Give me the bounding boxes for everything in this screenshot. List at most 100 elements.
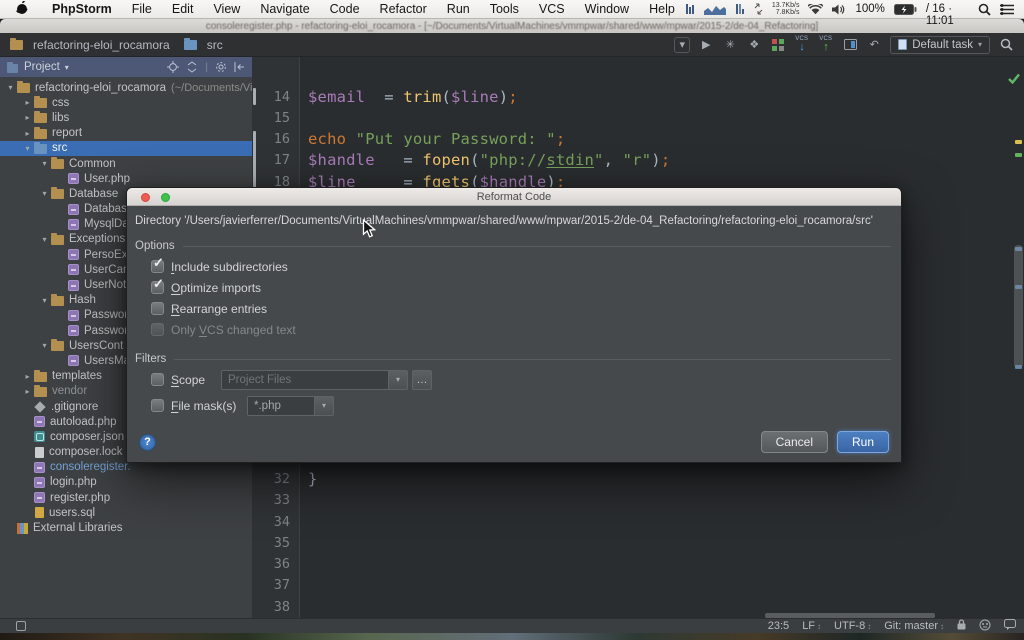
menu-navigate[interactable]: Navigate (250, 2, 319, 16)
code-line-34[interactable]: 34 (252, 511, 1024, 532)
collapsed-arrow-icon[interactable]: ▸ (21, 113, 34, 122)
menu-run[interactable]: Run (437, 2, 480, 16)
file-mask-checkbox[interactable] (151, 399, 164, 412)
menu-view[interactable]: View (203, 2, 250, 16)
dialog-title-bar[interactable]: Reformat Code (127, 188, 901, 206)
menu-edit[interactable]: Edit (162, 2, 204, 16)
apple-menu-icon[interactable] (16, 1, 28, 18)
tree-item-common[interactable]: ▾Common (0, 156, 252, 171)
file-mask-combobox[interactable]: *.php (247, 396, 315, 416)
tree-item-register-php[interactable]: register.php (0, 490, 252, 505)
checkbox-rearrange-entries[interactable] (151, 302, 164, 315)
collapsed-arrow-icon[interactable]: ▸ (21, 129, 34, 138)
collapsed-arrow-icon[interactable]: ▸ (21, 98, 34, 107)
expanded-arrow-icon[interactable]: ▾ (38, 189, 51, 198)
code-line-17[interactable]: 17$handle = fopen("php://stdin", "r"); (252, 150, 1024, 171)
encoding-widget[interactable]: UTF-8↕ (834, 620, 871, 632)
expanded-arrow-icon[interactable]: ▾ (38, 235, 51, 244)
scope-checkbox[interactable] (151, 373, 164, 386)
rollback-icon[interactable]: ↶ (866, 37, 882, 53)
menubar-clock[interactable]: 2015 / 8 / 16 · 11:01 (926, 0, 969, 27)
menu-file[interactable]: File (122, 2, 162, 16)
breadcrumb-refactoring-eloi-rocamora[interactable]: refactoring-eloi_rocamora (10, 38, 170, 52)
cancel-button[interactable]: Cancel (761, 431, 828, 453)
event-log-bubble-icon[interactable] (1004, 619, 1016, 633)
run-anything-icon[interactable] (770, 37, 786, 53)
tree-item-user-php[interactable]: User.php (0, 171, 252, 186)
code-line-35[interactable]: 35 (252, 532, 1024, 553)
code-line-15[interactable]: 15 (252, 107, 1024, 128)
toolwindow-switcher-icon[interactable] (16, 621, 26, 631)
input-source-icon[interactable] (685, 3, 695, 15)
project-view-dropdown[interactable]: ▾ (65, 63, 69, 72)
cpu-history-icon[interactable] (704, 3, 726, 15)
checkbox-only-vcs-changed-text[interactable] (151, 323, 164, 336)
search-everywhere-icon[interactable] (998, 37, 1014, 53)
menu-tools[interactable]: Tools (480, 2, 529, 16)
tree-item-css[interactable]: ▸css (0, 95, 252, 110)
memory-meter-icon[interactable] (735, 3, 745, 15)
code-line-16[interactable]: 16echo "Put your Password: "; (252, 129, 1024, 150)
hector-inspection-icon[interactable] (979, 619, 991, 634)
zoom-window-button[interactable] (161, 193, 170, 202)
coverage-icon[interactable]: ✳ (722, 37, 738, 53)
tree-item-report[interactable]: ▸report (0, 126, 252, 141)
locate-file-icon[interactable] (167, 61, 179, 73)
battery-icon[interactable] (894, 4, 917, 15)
git-branch-widget[interactable]: Git: master↕ (884, 620, 944, 632)
menu-refactor[interactable]: Refactor (370, 2, 437, 16)
breadcrumb-src[interactable]: src (184, 38, 223, 52)
vertical-scrollbar[interactable] (1014, 245, 1023, 368)
code-line-37[interactable]: 37 (252, 575, 1024, 596)
menu-help[interactable]: Help (639, 2, 685, 16)
tree-item-refactoring-eloi-rocamora[interactable]: ▾refactoring-eloi_rocamora(~/Documents/V… (0, 80, 252, 95)
help-button[interactable]: ? (139, 434, 156, 451)
tree-item-src[interactable]: ▾src (0, 141, 252, 156)
file-mask-combo-arrow[interactable]: ▾ (315, 396, 334, 416)
run-button-dialog[interactable]: Run (837, 431, 889, 453)
expanded-arrow-icon[interactable]: ▾ (21, 144, 34, 153)
code-line-14[interactable]: 14$email = trim($line); (252, 86, 1024, 107)
scope-combo-arrow[interactable]: ▾ (389, 370, 408, 390)
code-line-32[interactable]: 32} (252, 469, 1024, 490)
expanded-arrow-icon[interactable]: ▾ (38, 341, 51, 350)
hide-panel-icon[interactable] (234, 61, 246, 73)
inspection-ok-icon[interactable] (1008, 69, 1020, 88)
readonly-lock-icon[interactable] (957, 619, 966, 633)
vcs-update-icon[interactable]: VCS↓ (794, 37, 810, 53)
collapse-all-icon[interactable] (186, 61, 198, 73)
profiler-icon[interactable]: ❖ (746, 37, 762, 53)
code-line-36[interactable]: 36 (252, 554, 1024, 575)
menu-code[interactable]: Code (320, 2, 370, 16)
project-panel-header[interactable]: Project ▾ | (0, 57, 252, 77)
tree-item-libs[interactable]: ▸libs (0, 110, 252, 125)
volume-icon[interactable] (832, 4, 846, 15)
wifi-icon[interactable] (808, 4, 823, 15)
menu-phpstorm[interactable]: PhpStorm (42, 2, 122, 16)
vcs-commit-icon[interactable]: VCS↑ (818, 37, 834, 53)
caret-position[interactable]: 23:5 (768, 620, 789, 632)
expanded-arrow-icon[interactable]: ▾ (38, 159, 51, 168)
run-config-dropdown[interactable]: ▾ (674, 37, 690, 53)
spotlight-icon[interactable] (978, 3, 991, 16)
default-task-combo[interactable]: Default task ▾ (890, 36, 990, 54)
collapsed-arrow-icon[interactable]: ▸ (21, 372, 34, 381)
code-line-33[interactable]: 33 (252, 490, 1024, 511)
line-separator-widget[interactable]: LF↕ (802, 620, 821, 632)
menu-vcs[interactable]: VCS (529, 2, 575, 16)
run-button[interactable]: ▶ (698, 37, 714, 53)
menu-window[interactable]: Window (575, 2, 639, 16)
show-changes-icon[interactable] (842, 37, 858, 53)
checkbox-optimize-imports[interactable] (151, 281, 164, 294)
checkbox-include-subdirectories[interactable] (151, 260, 164, 273)
gear-icon[interactable] (215, 61, 227, 73)
close-window-button[interactable] (141, 193, 150, 202)
expanded-arrow-icon[interactable]: ▾ (4, 83, 17, 92)
collapsed-arrow-icon[interactable]: ▸ (21, 387, 34, 396)
scope-browse-button[interactable]: … (412, 370, 432, 390)
notification-center-icon[interactable] (1000, 4, 1014, 15)
scope-combobox[interactable]: Project Files (221, 370, 389, 390)
tree-item-external-libraries[interactable]: External Libraries (0, 520, 252, 535)
tree-item-login-php[interactable]: login.php (0, 475, 252, 490)
expanded-arrow-icon[interactable]: ▾ (38, 296, 51, 305)
